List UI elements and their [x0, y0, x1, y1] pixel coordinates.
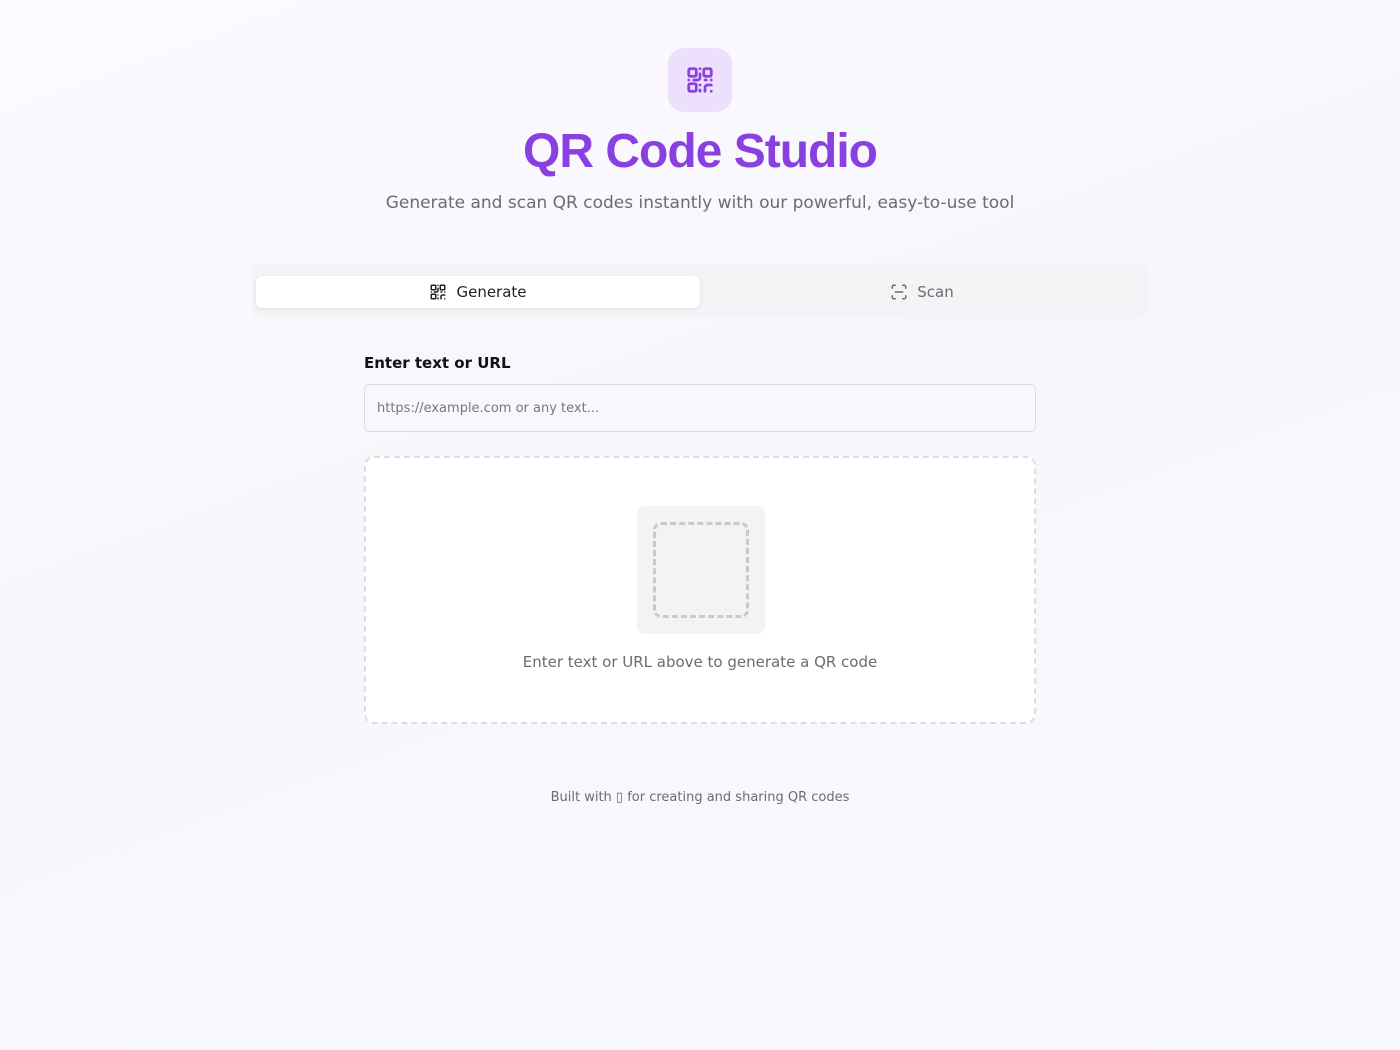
- qr-code-icon: [429, 283, 447, 301]
- qr-placeholder-icon: [637, 506, 765, 634]
- app-subtitle: Generate and scan QR codes instantly wit…: [385, 193, 1015, 213]
- tab-generate-label: Generate: [456, 283, 527, 301]
- footer-text: Built with ▯ for creating and sharing QR…: [550, 790, 850, 805]
- app-logo: [668, 48, 732, 112]
- tab-scan[interactable]: Scan: [700, 276, 1144, 308]
- url-input[interactable]: [364, 384, 1036, 432]
- scan-icon: [890, 283, 908, 301]
- app-title: QR Code Studio: [523, 125, 878, 178]
- qr-placeholder-frame: [653, 522, 749, 618]
- tab-generate[interactable]: Generate: [256, 276, 700, 308]
- qr-code-icon: [687, 67, 713, 93]
- qr-preview-area: Enter text or URL above to generate a QR…: [364, 456, 1036, 724]
- page: QR Code Studio Generate and scan QR code…: [0, 0, 1400, 1050]
- tab-scan-label: Scan: [917, 283, 954, 301]
- empty-state-message: Enter text or URL above to generate a QR…: [522, 653, 878, 671]
- input-label: Enter text or URL: [364, 354, 511, 372]
- mode-tabs: Generate Scan: [252, 264, 1148, 316]
